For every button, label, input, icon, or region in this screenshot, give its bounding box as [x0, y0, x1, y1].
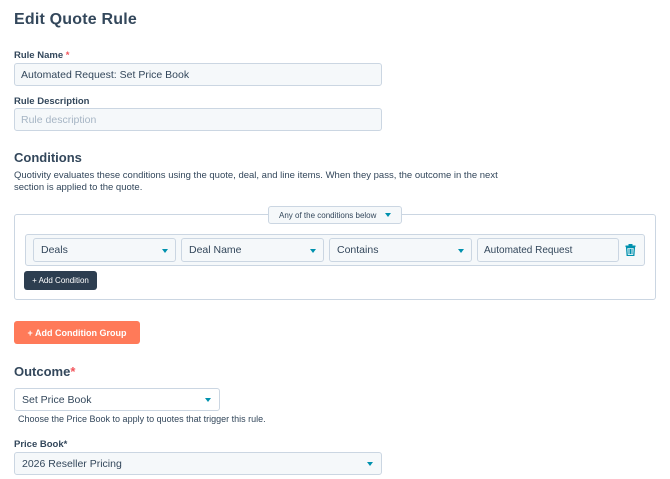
condition-object-select[interactable]: Deals [33, 238, 176, 262]
price-book-select[interactable]: 2026 Reseller Pricing [14, 452, 382, 475]
rule-name-input[interactable] [14, 63, 382, 86]
chevron-down-icon [367, 462, 373, 466]
price-book-label: Price Book* [14, 439, 68, 450]
chevron-down-icon [385, 213, 391, 217]
chevron-down-icon [310, 249, 316, 253]
add-condition-group-button[interactable]: + Add Condition Group [14, 321, 140, 344]
required-mark: * [65, 50, 70, 61]
price-book-select-value: 2026 Reseller Pricing [22, 457, 122, 470]
condition-operator-select[interactable]: Contains [329, 238, 472, 262]
outcome-select[interactable]: Set Price Book [14, 388, 220, 411]
condition-logic-select[interactable]: Any of the conditions below [268, 206, 402, 224]
chevron-down-icon [205, 398, 211, 402]
condition-property-value: Deal Name [189, 244, 242, 256]
rule-name-label-text: Rule Name [14, 50, 64, 61]
conditions-help-line2: section is applied to the quote. [14, 182, 143, 193]
condition-object-value: Deals [41, 244, 68, 256]
conditions-help: Quotivity evaluates these conditions usi… [14, 170, 534, 194]
required-mark: * [70, 364, 76, 379]
rule-description-input[interactable] [14, 108, 382, 131]
outcome-select-value: Set Price Book [22, 393, 92, 406]
condition-operator-value: Contains [337, 244, 379, 256]
outcome-title: Outcome* [14, 364, 75, 379]
outcome-help: Choose the Price Book to apply to quotes… [18, 414, 266, 424]
chevron-down-icon [162, 249, 168, 253]
rule-description-label: Rule Description [14, 96, 90, 107]
conditions-help-line1: Quotivity evaluates these conditions usi… [14, 170, 498, 181]
condition-property-select[interactable]: Deal Name [181, 238, 324, 262]
add-condition-button[interactable]: + Add Condition [24, 271, 97, 290]
conditions-title: Conditions [14, 150, 82, 165]
condition-value-input[interactable] [477, 238, 619, 262]
outcome-title-text: Outcome [14, 364, 71, 379]
trash-icon[interactable] [625, 244, 636, 256]
chevron-down-icon [458, 249, 464, 253]
page-title: Edit Quote Rule [14, 11, 137, 28]
condition-logic-value: Any of the conditions below [279, 210, 377, 220]
rule-name-label: Rule Name * [14, 50, 69, 61]
